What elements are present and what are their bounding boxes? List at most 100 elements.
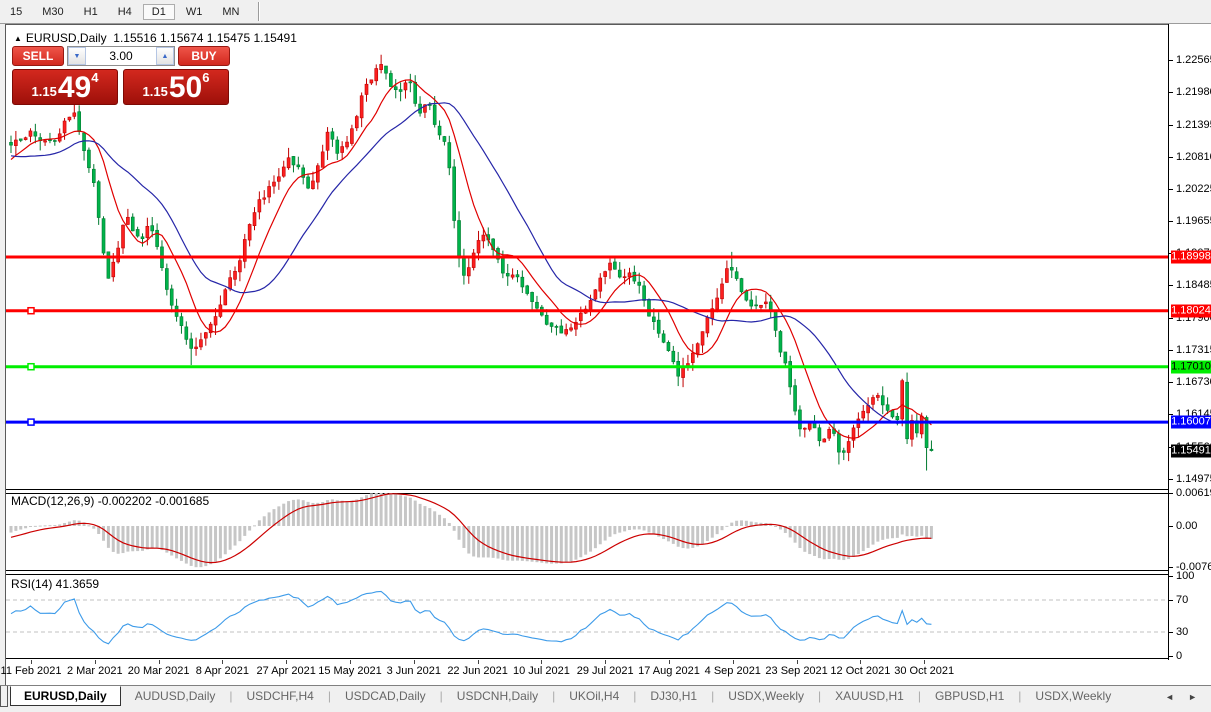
- macd-histogram-bar: [253, 525, 256, 526]
- tab-ukoil-h4[interactable]: UKOil,H4: [555, 686, 633, 706]
- tabs-scroll-right-icon[interactable]: ►: [1188, 692, 1197, 702]
- candle-body: [307, 177, 310, 188]
- macd-histogram-bar: [823, 526, 826, 559]
- volume-input[interactable]: 3.00: [86, 47, 156, 65]
- buy-button[interactable]: BUY: [178, 46, 230, 66]
- macd-histogram-bar: [774, 526, 777, 527]
- tab-usdx-weekly[interactable]: USDX,Weekly: [714, 686, 818, 706]
- candle-body: [224, 290, 227, 305]
- macd-histogram-bar: [277, 506, 280, 526]
- buy-price-display[interactable]: 1.15 50 6: [123, 69, 229, 105]
- tab-usdchf-h4[interactable]: USDCHF,H4: [233, 686, 328, 706]
- sell-price-display[interactable]: 1.15 49 4: [12, 69, 118, 105]
- candle-body: [136, 229, 139, 236]
- date-label: 10 Jul 2021: [513, 665, 570, 677]
- tab-usdcnh-daily[interactable]: USDCNH,Daily: [443, 686, 552, 706]
- level-handle[interactable]: [28, 419, 34, 425]
- candle-body: [24, 138, 27, 140]
- macd-histogram-bar: [195, 526, 198, 567]
- candle-body: [87, 150, 90, 168]
- tab-xauusd-h1[interactable]: XAUUSD,H1: [821, 686, 918, 706]
- date-label: 17 Aug 2021: [638, 665, 700, 677]
- macd-histogram-bar: [10, 526, 13, 533]
- macd-histogram-bar: [156, 526, 159, 549]
- candle-body: [930, 449, 933, 450]
- price-tick-dash: [1169, 125, 1173, 126]
- candle-body: [901, 381, 904, 419]
- date-label: 11 Feb 2021: [1, 665, 62, 677]
- timeframe-button-m30[interactable]: M30: [33, 4, 72, 20]
- volume-decrease-icon[interactable]: ▼: [68, 47, 86, 65]
- timeframe-button-w1[interactable]: W1: [177, 4, 212, 20]
- candle-body: [628, 273, 631, 277]
- level-handle[interactable]: [28, 308, 34, 314]
- macd-histogram-bar: [930, 526, 933, 539]
- macd-histogram-bar: [409, 498, 412, 526]
- candle-body: [643, 286, 646, 301]
- indicator-tick-dash: [1169, 493, 1173, 494]
- sell-button[interactable]: SELL: [12, 46, 64, 66]
- tab-gbpusd-h1[interactable]: GBPUSD,H1: [921, 686, 1018, 706]
- candle-body: [404, 83, 407, 90]
- tabs-scroll-left-icon[interactable]: ◄: [1165, 692, 1174, 702]
- timeframe-button-d1[interactable]: D1: [143, 4, 175, 20]
- date-axis[interactable]: 11 Feb 20212 Mar 202120 Mar 20218 Apr 20…: [6, 660, 1168, 685]
- candle-body: [341, 147, 344, 153]
- timeframe-button-h1[interactable]: H1: [75, 4, 107, 20]
- level-handle[interactable]: [28, 364, 34, 370]
- macd-histogram-bar: [633, 526, 636, 530]
- tab-audusd-daily[interactable]: AUDUSD,Daily: [121, 686, 230, 706]
- tab-usdcad-daily[interactable]: USDCAD,Daily: [331, 686, 440, 706]
- candle-body: [784, 352, 787, 363]
- candle-body: [570, 328, 573, 330]
- indicator-tick-dash: [1169, 526, 1173, 527]
- candle-body: [92, 169, 95, 182]
- rsi-chart[interactable]: [6, 573, 1168, 658]
- candle-body: [195, 347, 198, 349]
- macd-histogram-bar: [818, 526, 821, 558]
- macd-histogram-bar: [122, 526, 125, 553]
- macd-histogram-bar: [876, 526, 879, 542]
- candle-body: [34, 132, 37, 136]
- candle-body: [204, 333, 207, 339]
- macd-histogram-bar: [906, 526, 909, 536]
- tab-dj30-h1[interactable]: DJ30,H1: [636, 686, 711, 706]
- macd-histogram-bar: [238, 526, 241, 541]
- macd-histogram-bar: [458, 526, 461, 540]
- price-badge-1.17010: 1.17010: [1171, 360, 1211, 373]
- tab-eurusd-daily[interactable]: EURUSD,Daily: [10, 686, 121, 706]
- macd-histogram-bar: [160, 526, 163, 550]
- price-tick-dash: [1169, 350, 1173, 351]
- candle-body: [638, 282, 641, 285]
- candle-body: [229, 278, 232, 289]
- candle-body: [511, 275, 514, 277]
- macd-histogram-bar: [438, 515, 441, 526]
- ohlc-collapse-icon[interactable]: ▲: [14, 34, 22, 43]
- macd-histogram-bar: [316, 503, 319, 526]
- price-axis[interactable]: 1.225651.219801.213951.208101.202251.196…: [1168, 24, 1211, 660]
- candle-body: [78, 112, 81, 132]
- candle-body: [896, 416, 899, 419]
- candle-body: [604, 272, 607, 277]
- candle-body: [453, 167, 456, 221]
- candle-body: [594, 290, 597, 299]
- candle-body: [68, 117, 71, 120]
- timeframe-button-h4[interactable]: H4: [109, 4, 141, 20]
- candle-body: [399, 90, 402, 92]
- date-label: 3 Jun 2021: [387, 665, 441, 677]
- macd-histogram-bar: [268, 512, 271, 526]
- macd-histogram-bar: [282, 504, 285, 526]
- volume-increase-icon[interactable]: ▲: [156, 47, 174, 65]
- ohlc-low: 1.15475: [207, 31, 250, 45]
- timeframe-button-mn[interactable]: MN: [213, 4, 248, 20]
- ohlc-high: 1.15674: [160, 31, 203, 45]
- tab-usdx-weekly[interactable]: USDX,Weekly: [1021, 686, 1125, 706]
- macd-histogram-bar: [716, 526, 719, 534]
- macd-histogram-bar: [667, 526, 670, 541]
- timeframe-button-15[interactable]: 15: [1, 4, 31, 20]
- candle-body: [516, 275, 519, 277]
- candle-body: [696, 344, 699, 354]
- rsi-line: [11, 591, 931, 643]
- candle-body: [599, 278, 602, 291]
- macd-histogram-bar: [462, 526, 465, 548]
